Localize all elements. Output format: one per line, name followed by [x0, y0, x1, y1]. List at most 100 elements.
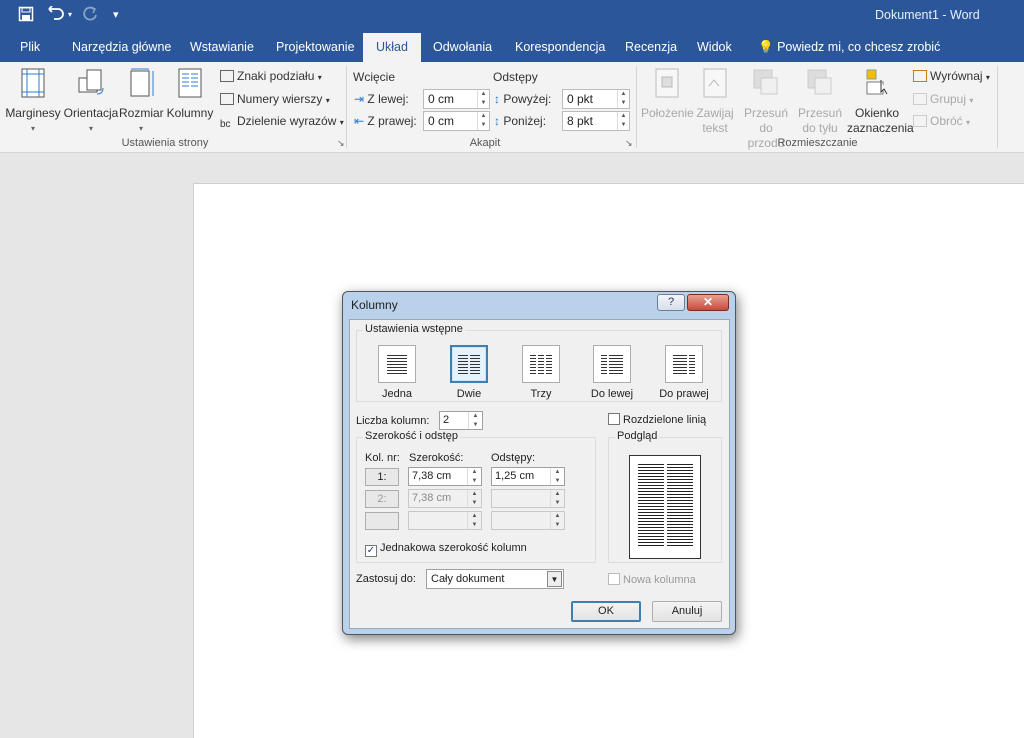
- chevron-down-icon: ▾: [966, 118, 971, 127]
- preset-right-icon: [665, 345, 703, 383]
- columns-button[interactable]: Kolumny: [165, 68, 215, 121]
- line-between-checkbox[interactable]: Rozdzielone linią: [608, 413, 706, 426]
- undo-icon[interactable]: [48, 5, 66, 26]
- col-2-spacing-input[interactable]: ▲ ▼: [491, 489, 565, 508]
- line-numbers-label: Numery wierszy: [237, 92, 323, 106]
- margins-button[interactable]: Marginesy ▾: [4, 68, 62, 136]
- chevron-down-icon: ▾: [30, 124, 35, 133]
- spin-arrows-icon[interactable]: ▲ ▼: [467, 468, 481, 485]
- line-numbers-button[interactable]: Numery wierszy ▾: [220, 92, 330, 106]
- orientation-icon: [78, 69, 104, 95]
- close-button[interactable]: ✕: [687, 294, 729, 311]
- tab-references[interactable]: Odwołania: [433, 40, 492, 54]
- rotate-button[interactable]: Obróć ▾: [913, 114, 970, 128]
- spin-arrows-icon[interactable]: ▲ ▼: [617, 112, 629, 130]
- indent-right-input[interactable]: 0 cm ▲ ▼: [423, 111, 490, 131]
- tab-mailings[interactable]: Korespondencja: [515, 40, 605, 54]
- ribbon-tabs: Plik Narzędzia główne Wstawianie Projekt…: [0, 33, 1024, 62]
- group-separator: [636, 66, 637, 148]
- ok-button[interactable]: OK: [571, 601, 641, 622]
- spacing-before-icon: ↕: [494, 92, 500, 106]
- breaks-button[interactable]: Znaki podziału ▾: [220, 69, 322, 83]
- group-icon: [913, 93, 927, 105]
- tab-insert[interactable]: Wstawianie: [190, 40, 254, 54]
- tell-me-search[interactable]: 💡 Powiedz mi, co chcesz zrobić: [758, 40, 940, 55]
- spacing-before-text: Powyżej:: [503, 92, 552, 106]
- apply-to-select[interactable]: Cały dokument ▼: [426, 569, 564, 589]
- orientation-button[interactable]: Orientacja ▾: [63, 68, 119, 136]
- col-3-width-input[interactable]: ▲ ▼: [408, 511, 482, 530]
- spin-arrows-icon[interactable]: ▲ ▼: [477, 112, 489, 130]
- preset-left[interactable]: Do lewej: [582, 345, 642, 400]
- spacing-before-input[interactable]: 0 pkt ▲ ▼: [562, 89, 630, 109]
- preset-one[interactable]: Jedna: [372, 345, 422, 400]
- send-backward-label-2: do tyłu: [802, 121, 838, 135]
- col-3-spacing-input[interactable]: ▲ ▼: [491, 511, 565, 530]
- spin-arrows-icon[interactable]: ▲ ▼: [467, 490, 481, 507]
- preset-three-icon: [522, 345, 560, 383]
- chevron-down-icon: ▾: [138, 124, 143, 133]
- indent-left-input[interactable]: 0 cm ▲ ▼: [423, 89, 490, 109]
- chevron-down-icon[interactable]: ▼: [547, 571, 562, 587]
- close-icon: ✕: [702, 295, 714, 309]
- spacing-before-value: 0 pkt: [567, 92, 594, 106]
- tab-review[interactable]: Recenzja: [625, 40, 677, 54]
- preset-two[interactable]: Dwie: [444, 345, 494, 400]
- breaks-label: Znaki podziału: [237, 69, 315, 83]
- preset-three[interactable]: Trzy: [516, 345, 566, 400]
- tab-home[interactable]: Narzędzia główne: [72, 40, 171, 54]
- tab-layout[interactable]: Układ: [363, 33, 421, 62]
- group-button[interactable]: Grupuj ▾: [913, 92, 973, 106]
- group-label-page-setup: Ustawienia strony: [121, 137, 209, 149]
- new-column-checkbox[interactable]: Nowa kolumna: [608, 573, 696, 586]
- spin-arrows-icon[interactable]: ▲ ▼: [550, 490, 564, 507]
- col-number-2: 2:: [365, 490, 399, 508]
- cancel-button[interactable]: Anuluj: [652, 601, 722, 622]
- align-button[interactable]: Wyrównaj ▾: [913, 69, 990, 83]
- send-backward-icon: [807, 69, 832, 95]
- customize-qat-icon[interactable]: ▾: [113, 8, 119, 28]
- spin-arrows-icon[interactable]: ▲ ▼: [550, 468, 564, 485]
- undo-dropdown-icon[interactable]: ▾: [68, 10, 72, 30]
- selection-pane-button[interactable]: Okienko zaznaczenia: [847, 68, 914, 136]
- dialog-launcher-icon[interactable]: ↘: [625, 138, 633, 149]
- columns-label: Kolumny: [166, 106, 214, 120]
- chevron-down-icon: ▾: [317, 73, 322, 82]
- chevron-down-icon: ▾: [88, 124, 93, 133]
- spin-arrows-icon[interactable]: ▲ ▼: [550, 512, 564, 529]
- rotate-label: Obróć: [930, 114, 963, 128]
- send-backward-button[interactable]: Przesuń do tyłu: [796, 68, 844, 136]
- col-1-spacing-input[interactable]: 1,25 cm ▲ ▼: [491, 467, 565, 486]
- col-1-width-input[interactable]: 7,38 cm ▲ ▼: [408, 467, 482, 486]
- tab-file[interactable]: Plik: [20, 40, 40, 54]
- indent-left-text: Z lewej:: [367, 92, 409, 106]
- hyphenation-label: Dzielenie wyrazów: [237, 114, 337, 128]
- size-button[interactable]: Rozmiar ▾: [119, 68, 164, 136]
- apply-to-value: Cały dokument: [431, 573, 505, 585]
- spacing-after-input[interactable]: 8 pkt ▲ ▼: [562, 111, 630, 131]
- preset-right[interactable]: Do prawej: [652, 345, 716, 400]
- spin-arrows-icon[interactable]: ▲ ▼: [467, 512, 481, 529]
- send-backward-label-1: Przesuń: [797, 106, 843, 120]
- help-button[interactable]: ?: [657, 294, 685, 311]
- spin-arrows-icon[interactable]: ▲ ▼: [617, 90, 629, 108]
- hyphenation-icon: bc: [220, 119, 231, 130]
- tab-design[interactable]: Projektowanie: [276, 40, 355, 54]
- spin-arrows-icon[interactable]: ▲ ▼: [468, 412, 482, 429]
- group-label-paragraph: Akapit: [469, 137, 501, 149]
- save-icon[interactable]: [18, 6, 34, 26]
- indent-left-icon: ⇥: [354, 92, 365, 106]
- wrap-text-label-2: tekst: [702, 121, 728, 135]
- equal-width-checkbox[interactable]: ✓ Jednakowa szerokość kolumn: [365, 542, 527, 557]
- columns-preview: [629, 455, 701, 559]
- tab-view[interactable]: Widok: [697, 40, 732, 54]
- redo-icon[interactable]: [82, 6, 98, 26]
- col-2-width-input[interactable]: 7,38 cm ▲ ▼: [408, 489, 482, 508]
- spin-arrows-icon[interactable]: ▲ ▼: [477, 90, 489, 108]
- indent-right-label: ⇤ Z prawej:: [354, 114, 417, 128]
- num-columns-input[interactable]: 2 ▲ ▼: [439, 411, 483, 430]
- dialog-launcher-icon[interactable]: ↘: [337, 138, 345, 149]
- wrap-text-button[interactable]: Zawijaj tekst: [694, 68, 736, 136]
- hyphenation-button[interactable]: bc Dzielenie wyrazów ▾: [220, 114, 344, 131]
- position-button[interactable]: Położenie: [641, 68, 694, 121]
